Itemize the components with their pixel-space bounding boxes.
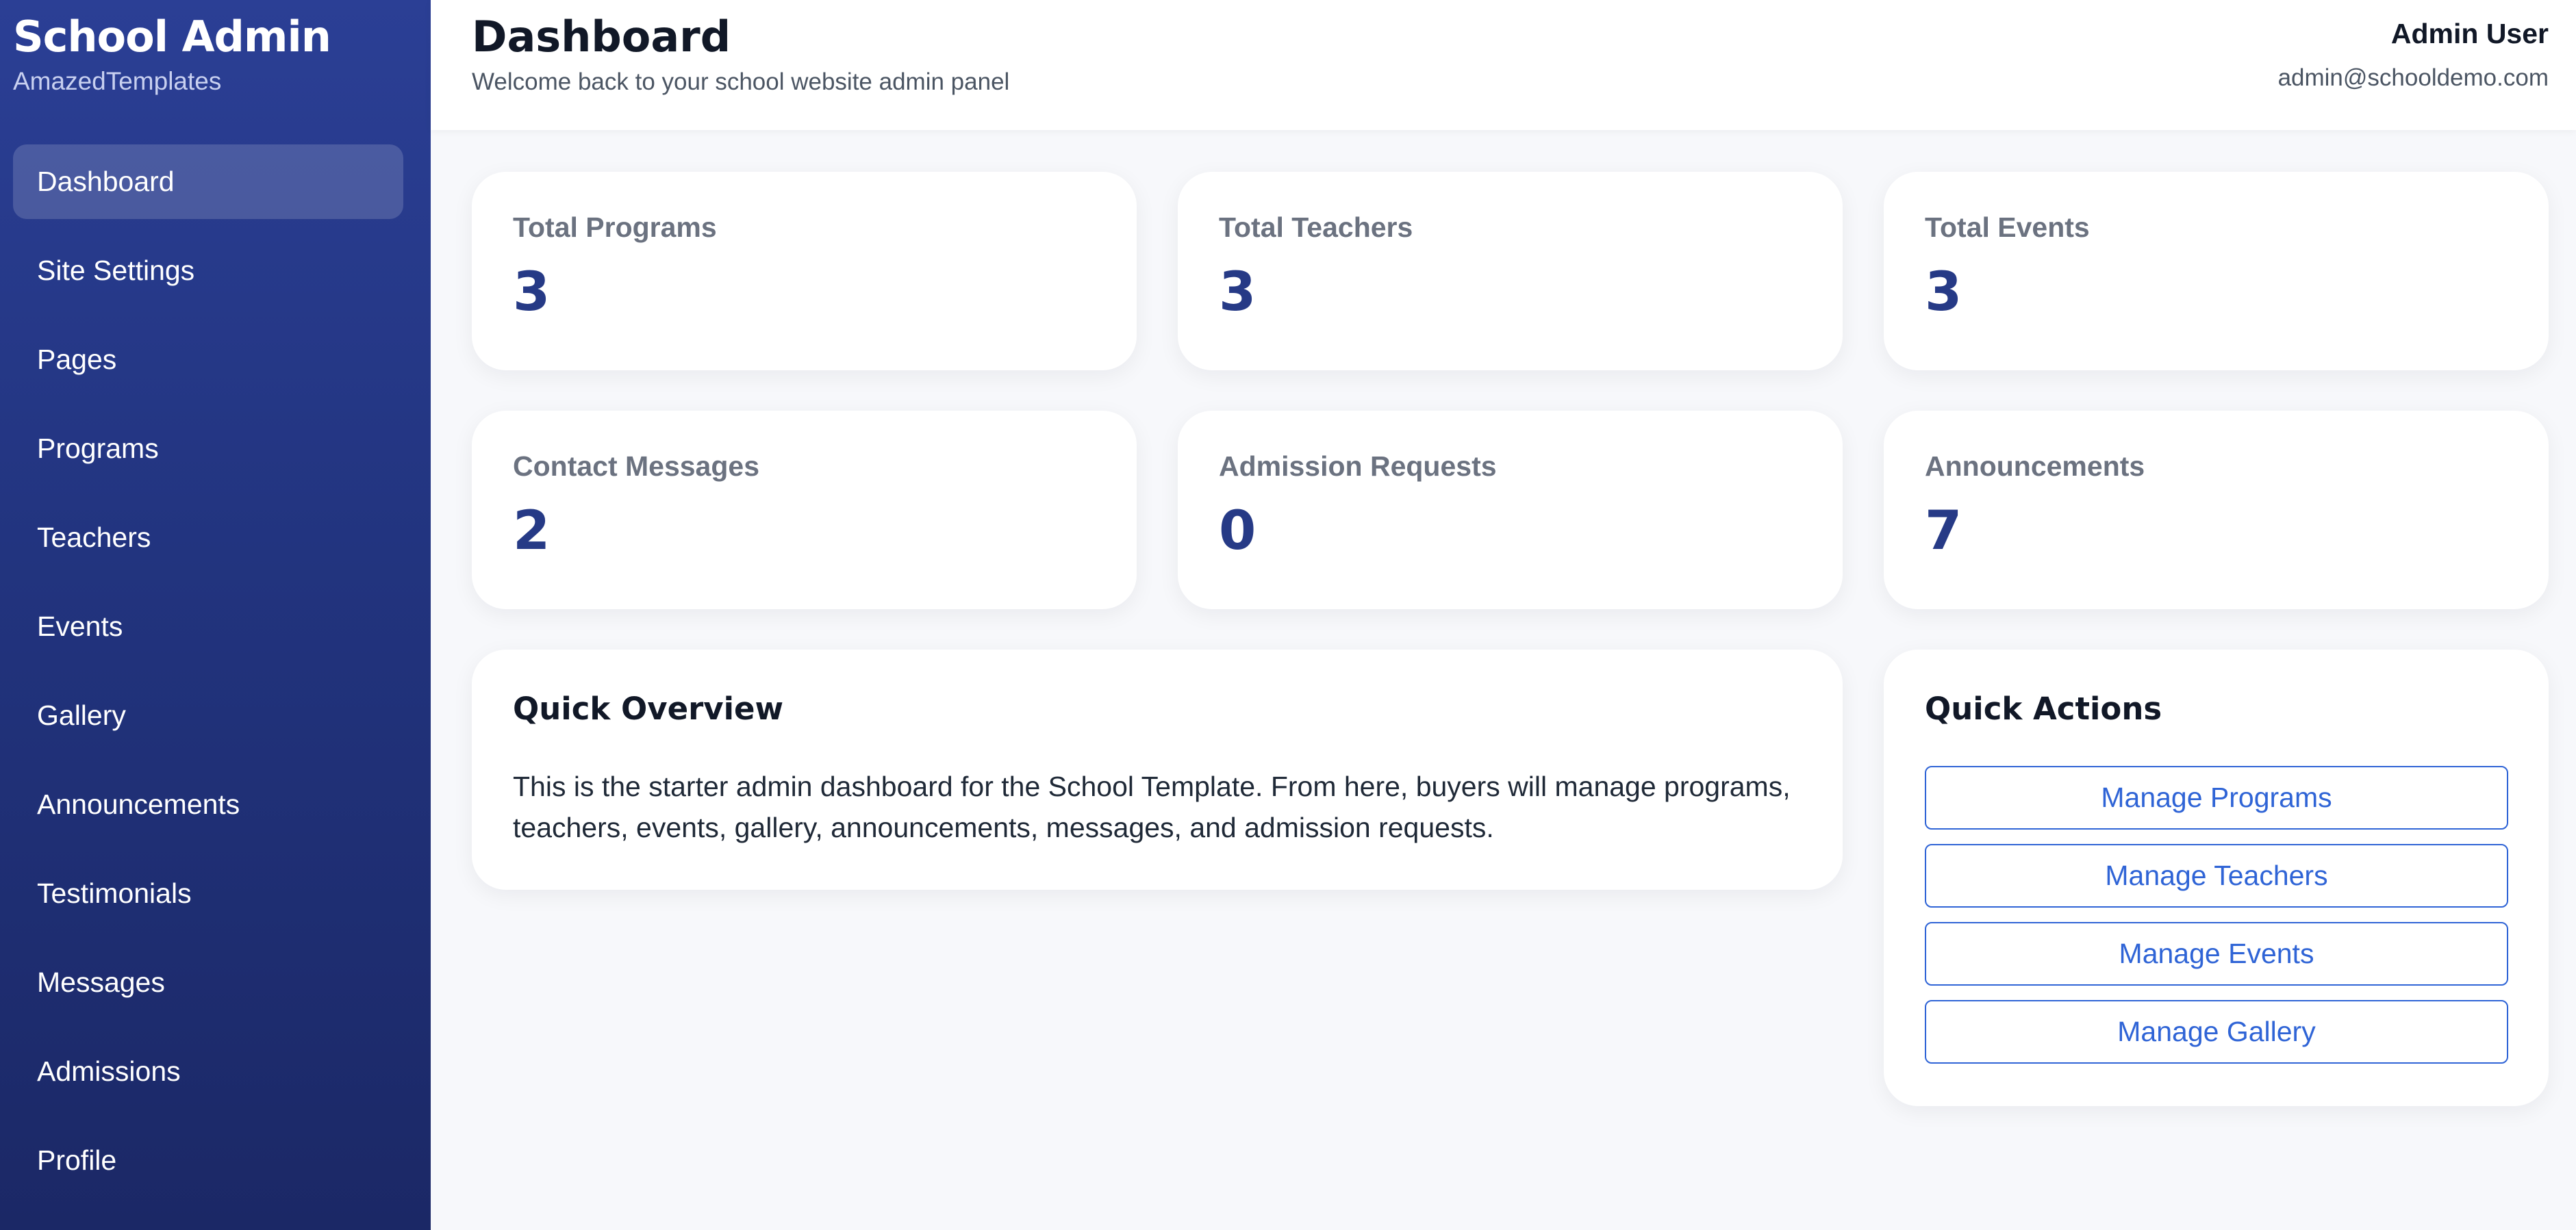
- stat-value: 3: [1219, 261, 1257, 323]
- stat-value: 7: [1925, 500, 1962, 562]
- sidebar-item-teachers[interactable]: Teachers: [13, 500, 403, 575]
- sidebar-item-profile[interactable]: Profile: [13, 1123, 403, 1198]
- sidebar-item-testimonials[interactable]: Testimonials: [13, 856, 403, 931]
- stat-label: Total Events: [1925, 212, 2090, 243]
- user-email: admin@schooldemo.com: [2277, 64, 2549, 91]
- quick-overview-title: Quick Overview: [513, 691, 784, 727]
- sidebar-item-pages[interactable]: Pages: [13, 322, 403, 397]
- sidebar-item-messages[interactable]: Messages: [13, 945, 403, 1020]
- quick-overview-card: Quick Overview This is the starter admin…: [472, 650, 1843, 890]
- stat-label: Total Teachers: [1219, 212, 1413, 243]
- manage-programs-button[interactable]: Manage Programs: [1925, 766, 2508, 830]
- stat-value: 2: [513, 500, 551, 562]
- stat-value: 3: [1925, 261, 1962, 323]
- stat-card-contact-messages: Contact Messages 2: [472, 411, 1137, 609]
- sidebar-nav: Dashboard Site Settings Pages Programs T…: [13, 144, 403, 1212]
- sidebar-item-programs[interactable]: Programs: [13, 411, 403, 486]
- manage-teachers-button[interactable]: Manage Teachers: [1925, 844, 2508, 908]
- stat-label: Announcements: [1925, 450, 2145, 482]
- quick-actions-card: Quick Actions Manage Programs Manage Tea…: [1884, 650, 2549, 1106]
- sidebar-item-site-settings[interactable]: Site Settings: [13, 233, 403, 308]
- stat-label: Contact Messages: [513, 450, 760, 482]
- quick-overview-text: This is the starter admin dashboard for …: [513, 771, 1791, 843]
- stat-label: Admission Requests: [1219, 450, 1497, 482]
- quick-actions-title: Quick Actions: [1925, 691, 2162, 727]
- page-title: Dashboard: [472, 12, 731, 62]
- stat-card-total-programs: Total Programs 3: [472, 172, 1137, 370]
- top-header: Dashboard Welcome back to your school we…: [431, 0, 2576, 130]
- sidebar-item-announcements[interactable]: Announcements: [13, 767, 403, 842]
- stat-card-admission-requests: Admission Requests 0: [1178, 411, 1843, 609]
- stat-value: 0: [1219, 500, 1257, 562]
- brand-title: School Admin: [13, 12, 331, 62]
- sidebar: School Admin AmazedTemplates Dashboard S…: [0, 0, 431, 1230]
- page-subtitle: Welcome back to your school website admi…: [472, 68, 1010, 95]
- sidebar-item-dashboard[interactable]: Dashboard: [13, 144, 403, 219]
- stat-card-total-events: Total Events 3: [1884, 172, 2549, 370]
- sidebar-item-gallery[interactable]: Gallery: [13, 678, 403, 753]
- user-name: Admin User: [2390, 18, 2549, 49]
- stat-card-announcements: Announcements 7: [1884, 411, 2549, 609]
- stat-label: Total Programs: [513, 212, 717, 243]
- sidebar-item-events[interactable]: Events: [13, 589, 403, 664]
- stat-card-total-teachers: Total Teachers 3: [1178, 172, 1843, 370]
- stat-value: 3: [513, 261, 551, 323]
- manage-gallery-button[interactable]: Manage Gallery: [1925, 1000, 2508, 1064]
- sidebar-item-admissions[interactable]: Admissions: [13, 1034, 403, 1109]
- manage-events-button[interactable]: Manage Events: [1925, 922, 2508, 986]
- brand-subtitle: AmazedTemplates: [13, 67, 222, 95]
